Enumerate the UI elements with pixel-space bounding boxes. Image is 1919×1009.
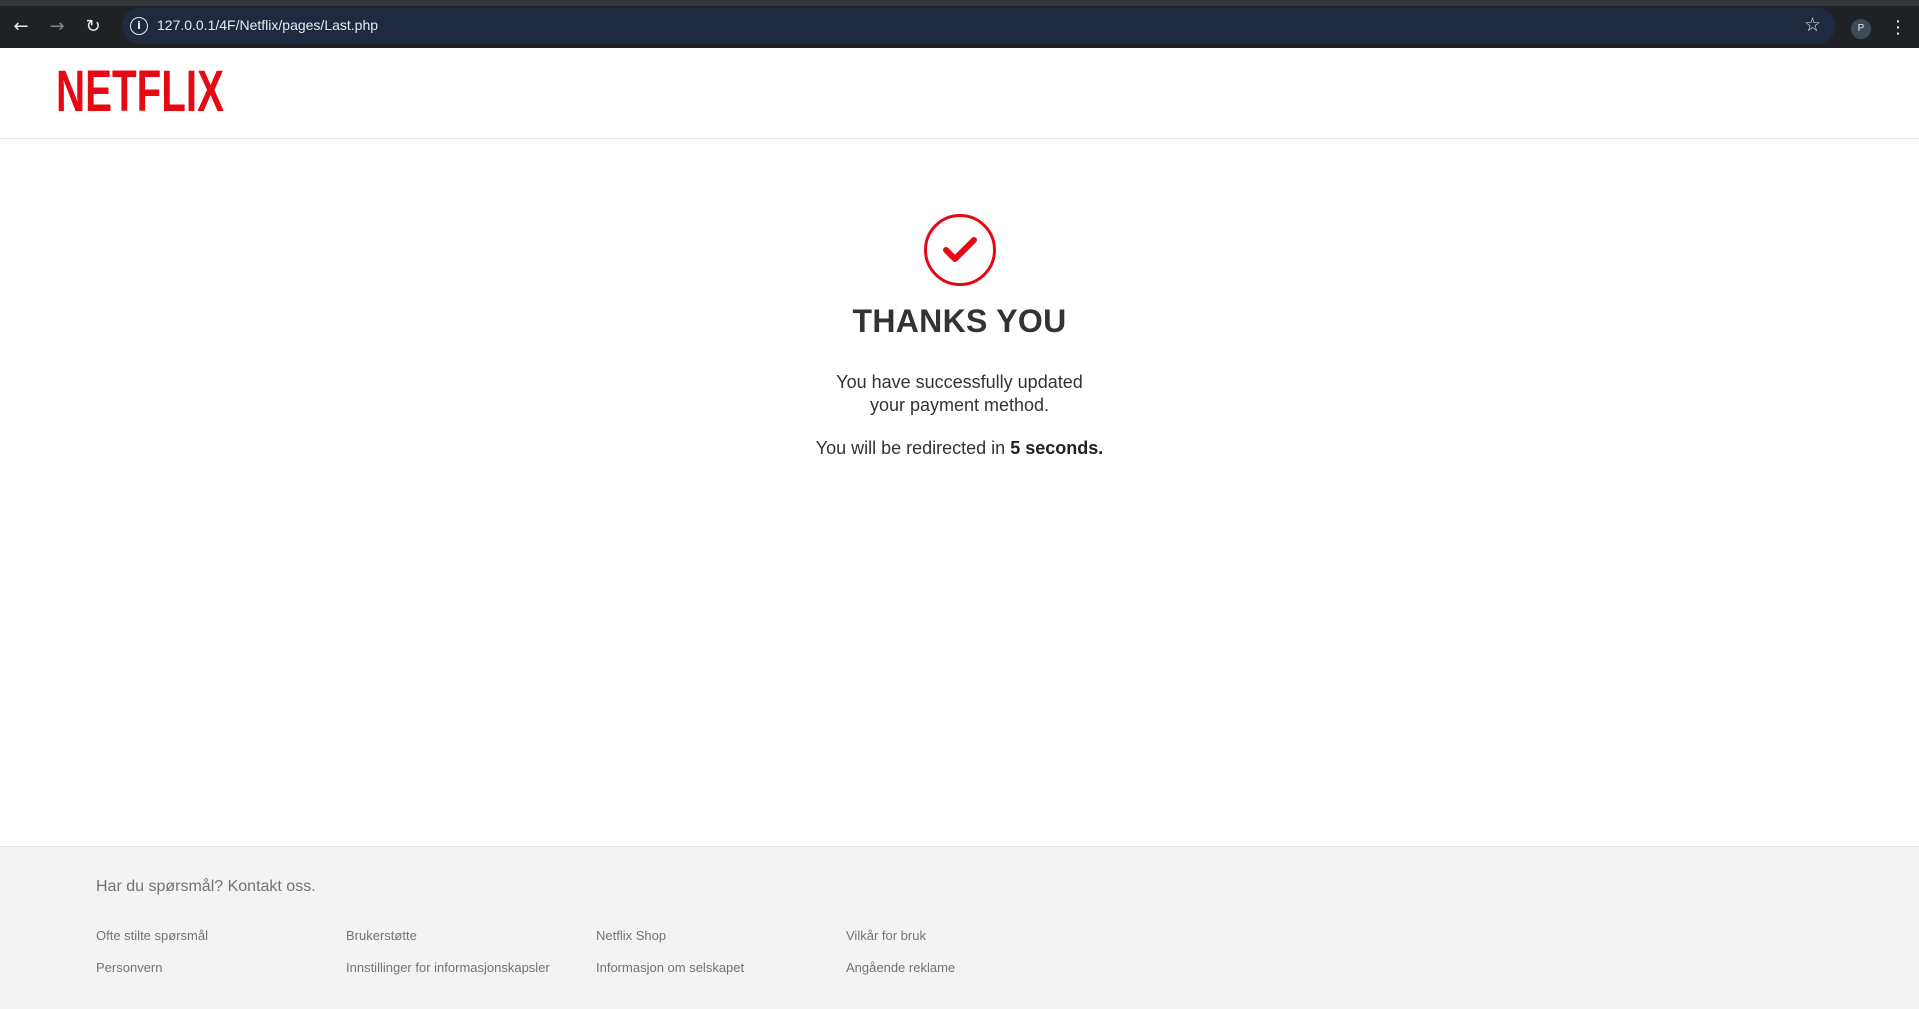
redirect-notice: You will be redirected in 5 seconds.	[0, 438, 1919, 459]
success-check-icon	[924, 214, 996, 286]
reload-icon[interactable]: ↻	[81, 15, 105, 39]
footer: Har du spørsmål? Kontakt oss. Ofte stilt…	[0, 846, 1919, 1009]
footer-link-terms[interactable]: Vilkår for bruk	[846, 928, 926, 943]
footer-contact-link[interactable]: Har du spørsmål? Kontakt oss.	[96, 878, 316, 896]
address-bar[interactable]: i 127.0.0.1/4F/Netflix/pages/Last.php ☆	[122, 8, 1835, 44]
confirmation-section: THANKS YOU You have successfully updated…	[0, 139, 1919, 846]
page-title: THANKS YOU	[852, 303, 1067, 339]
footer-link-ad-choices[interactable]: Angående reklame	[846, 960, 955, 975]
forward-arrow-icon[interactable]: →	[45, 15, 69, 39]
logo-text: NETFLIX	[56, 64, 224, 116]
success-message-line1: You have successfully updated	[836, 372, 1083, 392]
bookmark-star-icon[interactable]: ☆	[1804, 14, 1821, 36]
redirect-prefix: You will be redirected in	[815, 438, 1006, 458]
netflix-logo[interactable]: NETFLIX	[56, 59, 226, 124]
browser-menu-icon[interactable]: ⋮	[1889, 16, 1907, 40]
redirect-countdown: 5 seconds.	[1010, 438, 1104, 458]
url-text[interactable]: 127.0.0.1/4F/Netflix/pages/Last.php	[157, 17, 378, 33]
site-header: NETFLIX	[0, 48, 1919, 139]
site-info-icon[interactable]: i	[130, 17, 148, 35]
footer-link-shop[interactable]: Netflix Shop	[596, 928, 666, 943]
success-message-line2: your payment method.	[869, 395, 1050, 415]
browser-toolbar: ← → ↻ i 127.0.0.1/4F/Netflix/pages/Last.…	[0, 0, 1919, 48]
back-arrow-icon[interactable]: ←	[9, 15, 33, 39]
footer-link-corporate[interactable]: Informasjon om selskapet	[596, 960, 744, 975]
footer-link-privacy[interactable]: Personvern	[96, 960, 162, 975]
footer-link-support[interactable]: Brukerstøtte	[346, 928, 417, 943]
footer-link-cookies[interactable]: Innstillinger for informasjonskapsler	[346, 960, 550, 975]
profile-avatar[interactable]: P	[1851, 19, 1871, 39]
success-message: You have successfully updated your payme…	[0, 371, 1919, 417]
footer-link-faq[interactable]: Ofte stilte spørsmål	[96, 928, 208, 943]
